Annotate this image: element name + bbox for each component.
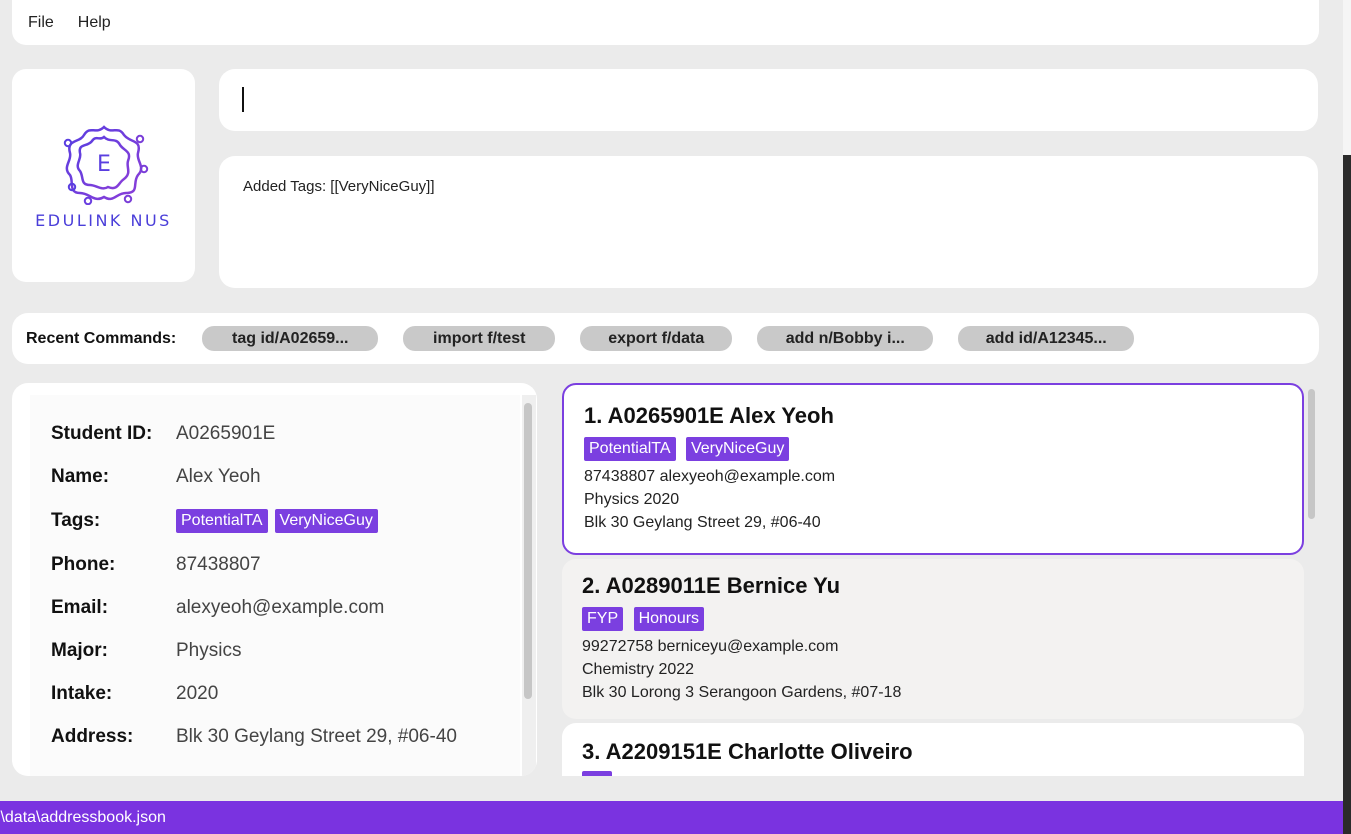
student-detail-content: Student ID: A0265901E Name: Alex Yeoh Ta…	[30, 395, 520, 776]
student-card-title: 2. A0289011E Bernice Yu	[582, 573, 841, 598]
student-card[interactable]: 2. A0289011E Bernice Yu FYP Honours 9927…	[562, 559, 1304, 719]
recent-commands-label: Recent Commands:	[26, 329, 177, 347]
student-card-major: Physics 2020	[584, 491, 680, 508]
logo-letter: E	[97, 152, 111, 177]
save-location-path: .\data\addressbook.json	[0, 808, 166, 826]
detail-key: Tags:	[51, 510, 101, 531]
detail-value: 2020	[176, 683, 219, 704]
detail-scrollbar-thumb[interactable]	[524, 403, 532, 699]
status-bar: .\data\addressbook.json	[0, 801, 1343, 834]
detail-value: 87438807	[176, 554, 261, 575]
list-scrollbar-thumb[interactable]	[1308, 389, 1315, 519]
text-cursor	[242, 87, 244, 112]
detail-row-tags: Tags: PotentialTA VeryNiceGuy	[51, 509, 385, 533]
student-card[interactable]: 1. A0265901E Alex Yeoh PotentialTA VeryN…	[562, 383, 1304, 555]
student-card-address: Blk 30 Lorong 3 Serangoon Gardens, #07-1…	[582, 684, 902, 701]
detail-value: Blk 30 Geylang Street 29, #06-40	[176, 726, 457, 747]
menu-bar: File Help	[12, 0, 1319, 45]
student-card-contact: 87438807 alexyeoh@example.com	[584, 468, 836, 485]
student-card-contact: 99272758 berniceyu@example.com	[582, 638, 839, 655]
recent-command-chip[interactable]: export f/data	[580, 326, 733, 351]
recent-command-chip[interactable]: tag id/A02659...	[202, 326, 379, 351]
detail-value: Physics	[176, 640, 242, 661]
detail-key: Email:	[51, 597, 109, 618]
result-display: Added Tags: [[VeryNiceGuy]]	[219, 156, 1318, 288]
detail-row-student-id: Student ID: A0265901E	[51, 423, 275, 445]
command-input[interactable]	[241, 69, 1318, 131]
detail-key: Phone:	[51, 554, 116, 575]
detail-key: Name:	[51, 466, 110, 487]
student-card-tags: PotentialTA VeryNiceGuy	[584, 437, 1282, 463]
detail-key: Student ID:	[51, 423, 153, 444]
detail-row-intake: Intake: 2020	[51, 683, 218, 705]
menu-help[interactable]: Help	[78, 14, 111, 32]
detail-key: Intake:	[51, 683, 113, 704]
student-card-tags	[582, 771, 1284, 776]
edulink-logo-icon: E	[63, 125, 148, 205]
detail-row-name: Name: Alex Yeoh	[51, 466, 261, 488]
student-card-title: 1. A0265901E Alex Yeoh	[584, 403, 834, 428]
detail-value: Alex Yeoh	[176, 466, 261, 487]
tag-badge: PotentialTA	[584, 437, 676, 461]
detail-key: Major:	[51, 640, 108, 661]
tag-badge: VeryNiceGuy	[685, 437, 790, 461]
detail-row-phone: Phone: 87438807	[51, 554, 261, 576]
logo-text: EDULINK NUS	[35, 211, 172, 230]
student-card-major: Chemistry 2022	[582, 661, 695, 678]
tag-badge: PotentialTA	[176, 509, 268, 533]
tag-badge	[582, 771, 612, 776]
detail-row-major: Major: Physics	[51, 640, 241, 662]
detail-value: A0265901E	[176, 423, 276, 444]
recent-command-chip[interactable]: add n/Bobby i...	[757, 326, 934, 351]
tag-badge: FYP	[582, 607, 624, 631]
detail-row-email: Email: alexyeoh@example.com	[51, 597, 384, 619]
student-card-tags: FYP Honours	[582, 607, 1284, 633]
detail-value: alexyeoh@example.com	[176, 597, 385, 618]
student-detail-panel: Student ID: A0265901E Name: Alex Yeoh Ta…	[12, 383, 537, 776]
logo-panel: E EDULINK NUS	[12, 69, 195, 282]
detail-key: Address:	[51, 726, 134, 747]
recent-command-chip[interactable]: import f/test	[403, 326, 556, 351]
window-edge-top	[1343, 0, 1351, 155]
menu-file[interactable]: File	[28, 14, 54, 32]
student-card[interactable]: 3. A2209151E Charlotte Oliveiro	[562, 723, 1304, 776]
tag-badge: Honours	[633, 607, 705, 631]
recent-commands-bar: Recent Commands: tag id/A02659... import…	[12, 313, 1319, 364]
student-list: 1. A0265901E Alex Yeoh PotentialTA VeryN…	[562, 383, 1308, 776]
detail-row-address: Address: Blk 30 Geylang Street 29, #06-4…	[51, 726, 457, 748]
student-card-title: 3. A2209151E Charlotte Oliveiro	[582, 739, 913, 764]
command-box[interactable]	[219, 69, 1318, 131]
student-card-address: Blk 30 Geylang Street 29, #06-40	[584, 514, 821, 531]
result-message: Added Tags: [[VeryNiceGuy]]	[243, 178, 435, 195]
recent-command-chip[interactable]: add id/A12345...	[958, 326, 1135, 351]
tag-badge: VeryNiceGuy	[274, 509, 378, 533]
